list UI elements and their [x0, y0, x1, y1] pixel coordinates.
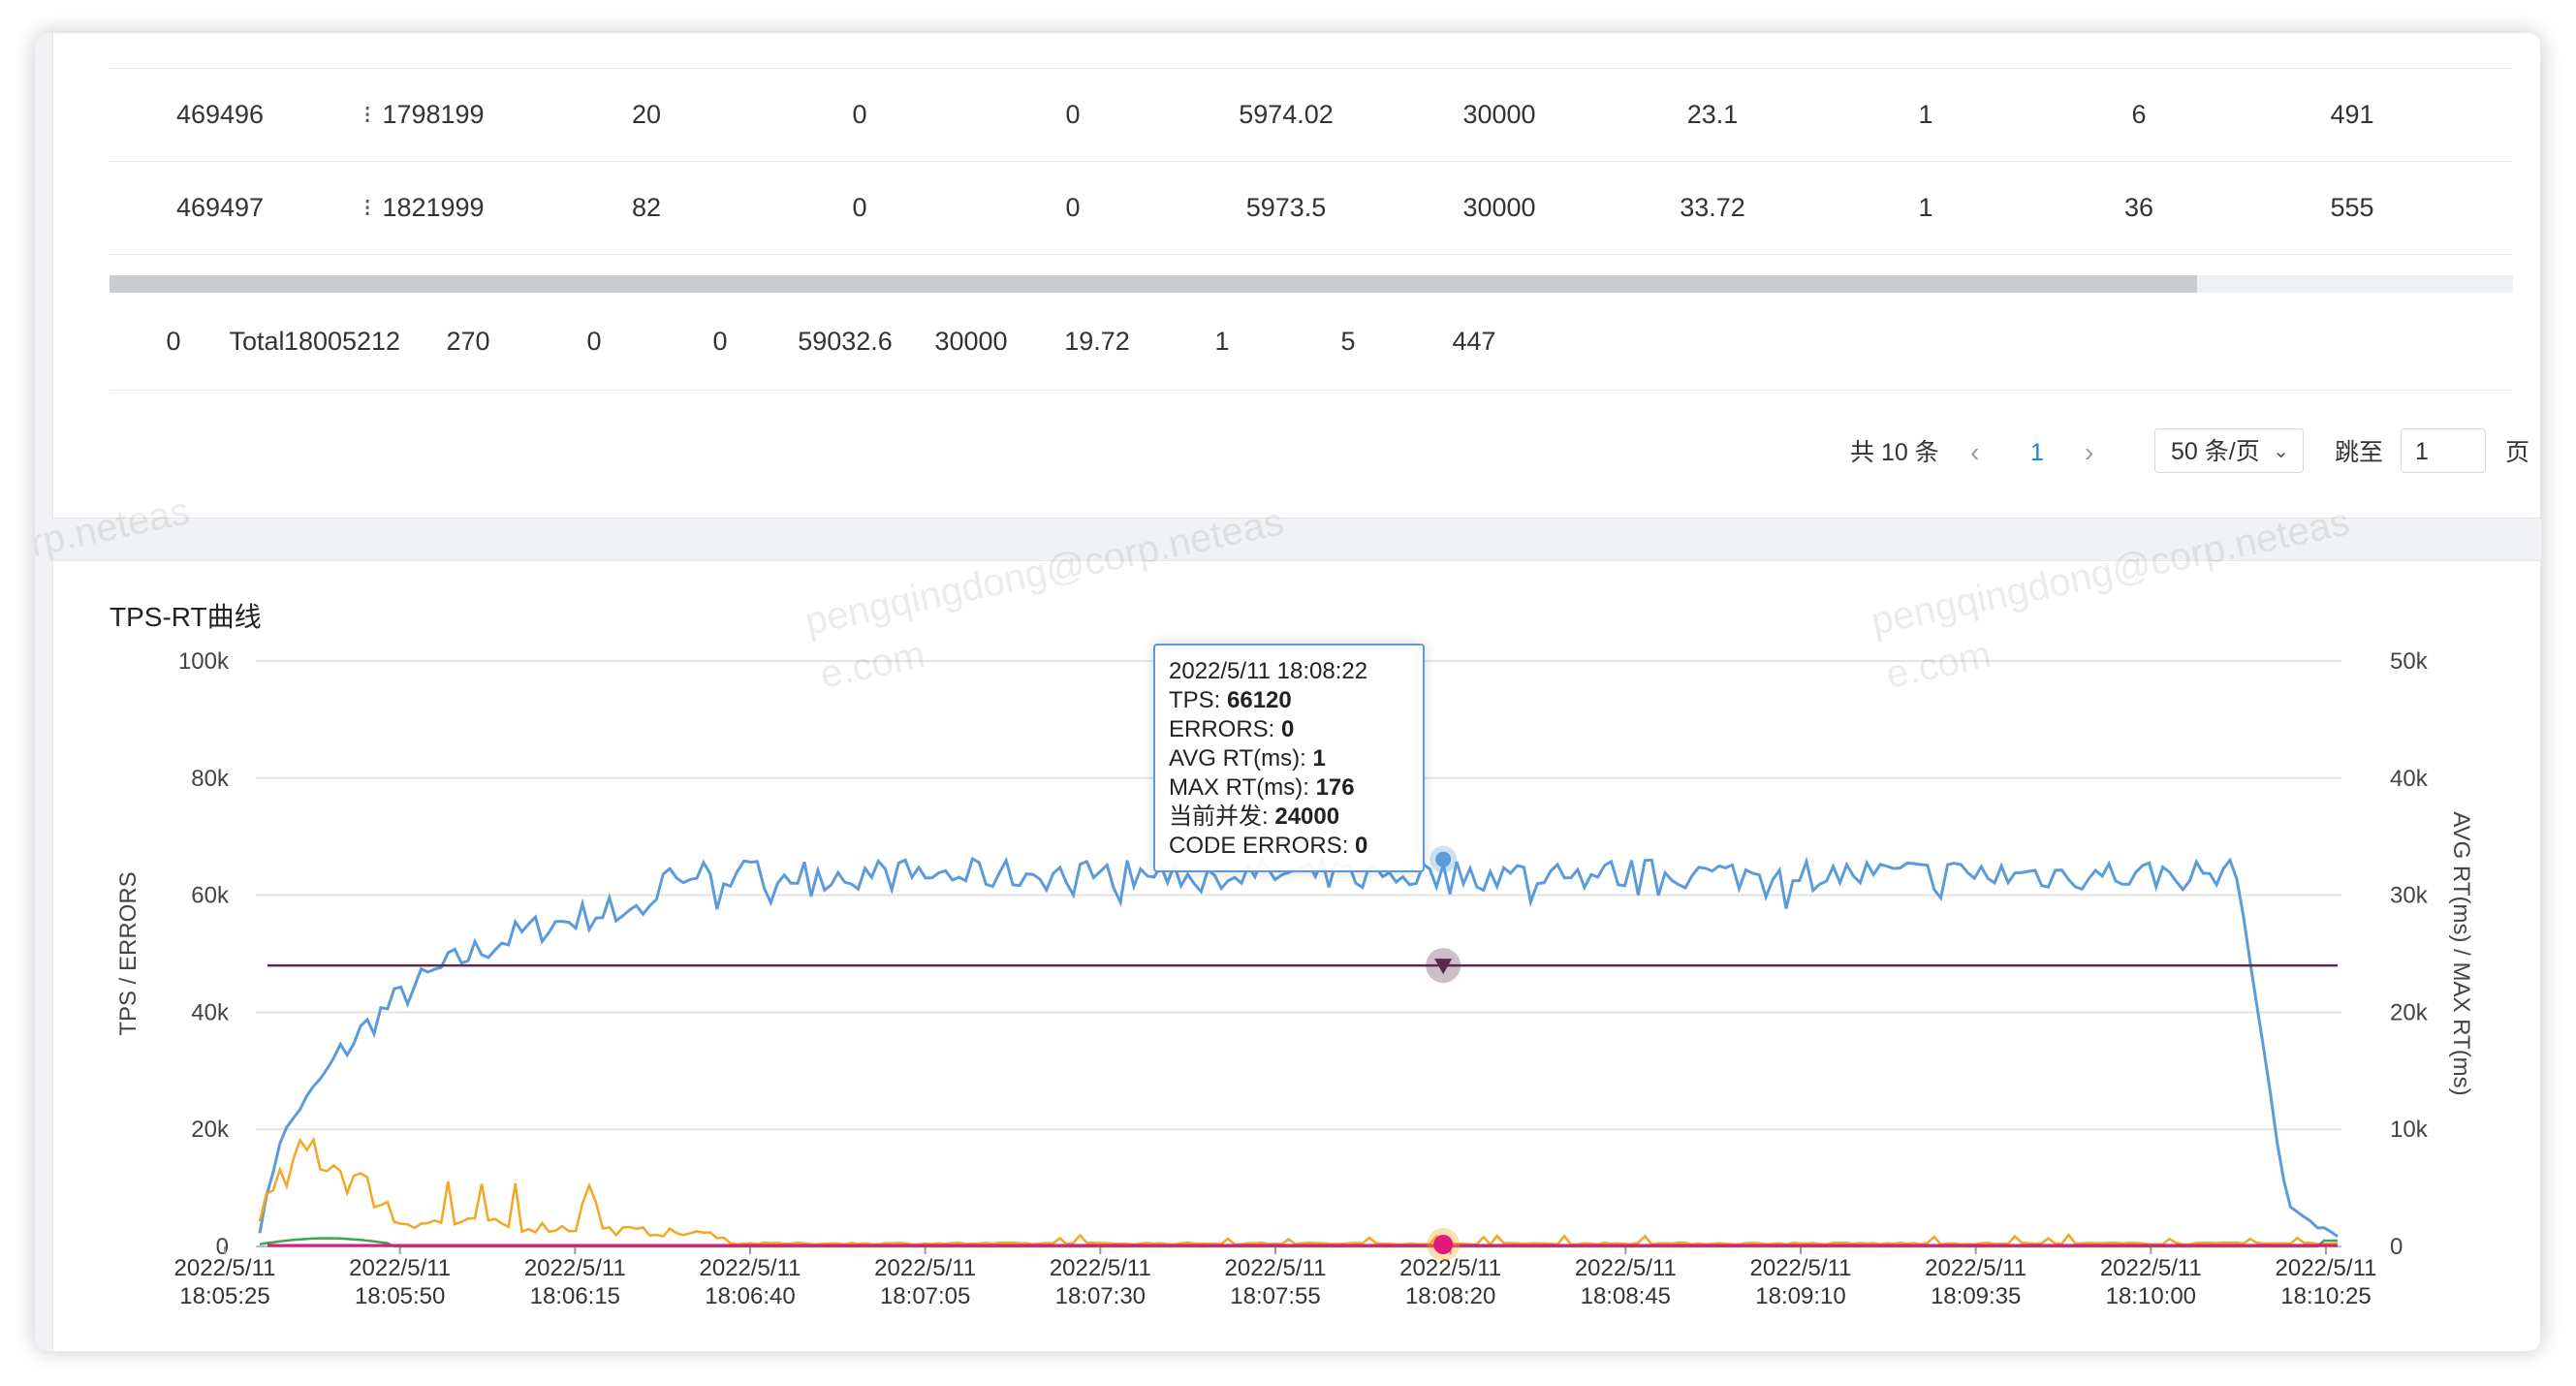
right-tick-label: 10k [2390, 1117, 2429, 1143]
x-tick-date: 2022/5/11 [1575, 1255, 1677, 1281]
x-tick-date: 2022/5/11 [874, 1255, 976, 1281]
x-tick-time: 18:07:30 [1055, 1283, 1146, 1309]
tooltip-tps-label: TPS: [1169, 687, 1221, 713]
tooltip-max-label: MAX RT(ms): [1169, 774, 1309, 801]
x-tick-date: 2022/5/11 [2100, 1255, 2202, 1281]
right-tick-label: 30k [2390, 883, 2429, 909]
left-tick-label: 60k [191, 883, 230, 909]
window-frame: 469495179816718005973.923000022.9516487⁝… [35, 33, 2541, 1351]
tooltip-errors: 0 [1281, 716, 1295, 742]
right-tick-label: 50k [2390, 648, 2429, 675]
x-tick-date: 2022/5/11 [1050, 1255, 1151, 1281]
tooltip-errors-label: ERRORS: [1169, 716, 1275, 742]
x-tick-time: 18:09:35 [1931, 1283, 2021, 1309]
x-tick-date: 2022/5/11 [1750, 1255, 1852, 1281]
x-tick-date: 2022/5/11 [700, 1255, 801, 1281]
tooltip-tps: 66120 [1227, 687, 1292, 713]
tooltip-conc-label: 当前并发: [1169, 803, 1269, 830]
x-tick-time: 18:10:00 [2106, 1283, 2196, 1309]
tooltip-time: 2022/5/11 18:08:22 [1169, 658, 1368, 684]
chart-tooltip: 2022/5/11 18:08:22 TPS: 66120 ERRORS: 0 … [1153, 644, 1425, 872]
left-tick-label: 80k [191, 766, 230, 792]
x-tick-time: 18:06:40 [705, 1283, 795, 1309]
x-tick-time: 18:08:20 [1405, 1283, 1495, 1309]
right-tick-label: 0 [2390, 1234, 2403, 1260]
x-tick-time: 18:05:50 [355, 1283, 445, 1309]
x-tick-date: 2022/5/11 [349, 1255, 451, 1281]
errors-hover-point [1433, 1235, 1454, 1254]
x-tick-time: 18:06:15 [530, 1283, 620, 1309]
x-tick-time: 18:09:10 [1755, 1283, 1845, 1309]
tooltip-max: 176 [1315, 774, 1355, 801]
right-axis-label: AVG RT(ms) / MAX RT(ms) [2448, 811, 2474, 1095]
max-rt-series-line [258, 1136, 2339, 1246]
tooltip-avg: 1 [1312, 745, 1326, 772]
tooltip-code-label: CODE ERRORS: [1169, 833, 1349, 859]
x-tick-time: 18:08:45 [1581, 1283, 1671, 1309]
right-tick-label: 20k [2390, 999, 2429, 1025]
x-tick-time: 18:07:05 [880, 1283, 970, 1309]
left-tick-label: 40k [191, 999, 230, 1025]
x-tick-time: 18:07:55 [1230, 1283, 1320, 1309]
tooltip-conc: 24000 [1274, 803, 1340, 830]
tooltip-code: 0 [1355, 833, 1368, 859]
right-tick-label: 40k [2390, 766, 2429, 792]
left-tick-label: 100k [178, 648, 230, 675]
x-tick-date: 2022/5/11 [1925, 1255, 2026, 1281]
x-tick-time: 18:10:25 [2280, 1283, 2371, 1309]
x-tick-time: 18:05:25 [179, 1283, 269, 1309]
x-tick-date: 2022/5/11 [1225, 1255, 1327, 1281]
tps-hover-point [1435, 851, 1452, 867]
x-tick-date: 2022/5/11 [2276, 1255, 2377, 1281]
left-axis-label: TPS / ERRORS [115, 871, 141, 1035]
left-tick-label: 20k [191, 1117, 230, 1143]
x-tick-date: 2022/5/11 [524, 1255, 626, 1281]
x-tick-date: 2022/5/11 [174, 1255, 276, 1281]
tps-series-line [258, 855, 2339, 1238]
tooltip-avg-label: AVG RT(ms): [1169, 745, 1306, 772]
